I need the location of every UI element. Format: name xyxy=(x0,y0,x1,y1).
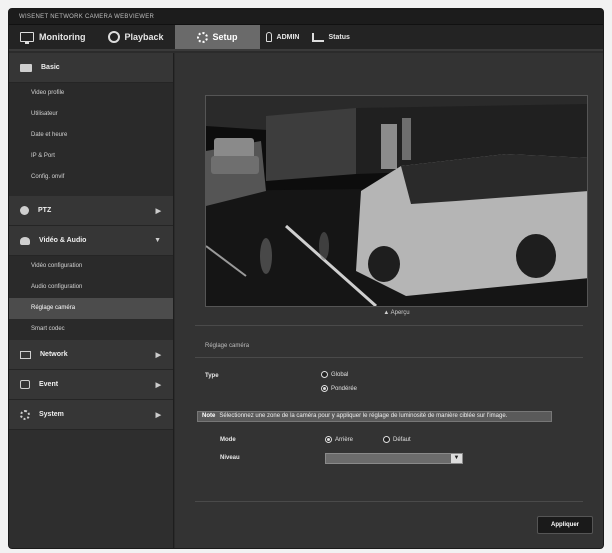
sidebar-spacer xyxy=(9,188,173,196)
type-option-global[interactable]: Global xyxy=(321,371,348,378)
radio-weighted[interactable] xyxy=(321,385,328,392)
notice-text: Sélectionnez une zone de la caméra pour … xyxy=(219,413,508,419)
sidebar-item-audio-config[interactable]: Audio configuration xyxy=(9,277,173,298)
radio-default[interactable] xyxy=(383,436,390,443)
sidebar-section-basic[interactable]: Basic xyxy=(9,53,173,83)
film-reel-icon xyxy=(107,31,120,43)
video-audio-icon xyxy=(20,236,30,245)
radio-default-label: Défaut xyxy=(393,436,411,443)
window-title: WISENET NETWORK CAMERA WEBVIEWER xyxy=(9,9,603,25)
sidebar-section-ptz[interactable]: PTZ ▶ xyxy=(9,196,173,226)
type-label: Type xyxy=(205,373,219,379)
apply-button[interactable]: Appliquer xyxy=(537,516,593,534)
niveau-label: Niveau xyxy=(220,455,240,461)
chevron-right-icon: ▶ xyxy=(155,351,161,359)
tab-playback-label: Playback xyxy=(124,32,164,42)
sidebar-section-video-audio[interactable]: Vidéo & Audio ▼ xyxy=(9,226,173,256)
admin-label: ADMIN xyxy=(276,33,300,41)
status-label: Status xyxy=(328,33,350,41)
chevron-right-icon: ▶ xyxy=(155,207,161,215)
sidebar-section-label: Network xyxy=(40,351,68,358)
section-title: Réglage caméra xyxy=(205,343,250,349)
sidebar-item-date-time[interactable]: Date et heure xyxy=(9,125,173,146)
sidebar-section-event[interactable]: Event ▶ xyxy=(9,370,173,400)
sidebar-item-smart-codec[interactable]: Smart codec xyxy=(9,319,173,340)
sidebar-section-label: System xyxy=(39,411,64,418)
monitor-icon xyxy=(20,32,34,44)
sidebar-section-label: Basic xyxy=(41,64,60,71)
mode-option-default[interactable]: Défaut xyxy=(383,436,411,443)
mode-option-back[interactable]: Arrière xyxy=(325,436,353,443)
status-link[interactable]: Status xyxy=(306,25,356,49)
niveau-select[interactable]: ▼ xyxy=(325,453,463,464)
divider xyxy=(195,325,583,326)
sidebar-item-video-profile[interactable]: Video profile xyxy=(9,83,173,104)
ptz-icon xyxy=(20,206,29,215)
event-icon xyxy=(20,380,30,389)
sidebar-section-label: PTZ xyxy=(38,207,52,214)
sidebar-item-video-config[interactable]: Vidéo configuration xyxy=(9,256,173,277)
sidebar-section-label: Event xyxy=(39,381,59,388)
chevron-down-icon[interactable]: ▼ xyxy=(451,454,462,463)
notice-bar: Note Sélectionnez une zone de la caméra p… xyxy=(197,411,552,422)
radio-global-label: Global xyxy=(331,371,349,378)
tab-playback[interactable]: Playback xyxy=(97,25,175,49)
chevron-right-icon: ▶ xyxy=(155,411,161,419)
tab-setup-label: Setup xyxy=(212,32,238,42)
parking-garage-image xyxy=(206,96,587,306)
sidebar-item-onvif[interactable]: Config. onvif xyxy=(9,167,173,188)
radio-weighted-label: Pondérée xyxy=(331,385,358,392)
gear-icon xyxy=(196,31,208,43)
sidebar-section-network[interactable]: Network ▶ xyxy=(9,340,173,370)
camera-icon xyxy=(20,63,32,72)
divider xyxy=(195,501,583,502)
mode-label: Mode xyxy=(220,437,236,443)
tab-monitoring-label: Monitoring xyxy=(39,32,86,42)
tab-setup[interactable]: Setup xyxy=(174,25,260,49)
status-chart-icon xyxy=(311,32,324,42)
radio-global[interactable] xyxy=(321,371,328,378)
main-panel: ▲ Aperçu Réglage caméra Type Global Pond… xyxy=(175,53,603,548)
top-navigation: Monitoring Playback Setup ADMIN Status xyxy=(9,25,603,51)
camera-preview xyxy=(205,95,588,307)
preview-toggle[interactable]: ▲ Aperçu xyxy=(205,310,588,316)
radio-back[interactable] xyxy=(325,436,332,443)
user-icon xyxy=(265,32,272,42)
sidebar-item-ip-port[interactable]: IP & Port xyxy=(9,146,173,167)
admin-link[interactable]: ADMIN xyxy=(260,25,306,49)
radio-back-label: Arrière xyxy=(335,436,354,443)
sidebar-section-system[interactable]: System ▶ xyxy=(9,400,173,430)
network-icon xyxy=(20,350,31,359)
chevron-right-icon: ▶ xyxy=(155,381,161,389)
tab-monitoring[interactable]: Monitoring xyxy=(9,25,97,49)
sidebar: Basic Video profile Utilisateur Date et … xyxy=(9,53,174,548)
type-option-weighted[interactable]: Pondérée xyxy=(321,385,357,392)
sidebar-item-user[interactable]: Utilisateur xyxy=(9,104,173,125)
sidebar-section-label: Vidéo & Audio xyxy=(39,237,87,244)
sidebar-item-camera-setup[interactable]: Réglage caméra xyxy=(9,298,173,319)
chevron-down-icon: ▼ xyxy=(154,237,161,244)
system-gear-icon xyxy=(20,409,30,420)
notice-label: Note xyxy=(202,413,216,419)
divider xyxy=(195,357,583,358)
app-window: WISENET NETWORK CAMERA WEBVIEWER Monitor… xyxy=(8,8,604,549)
